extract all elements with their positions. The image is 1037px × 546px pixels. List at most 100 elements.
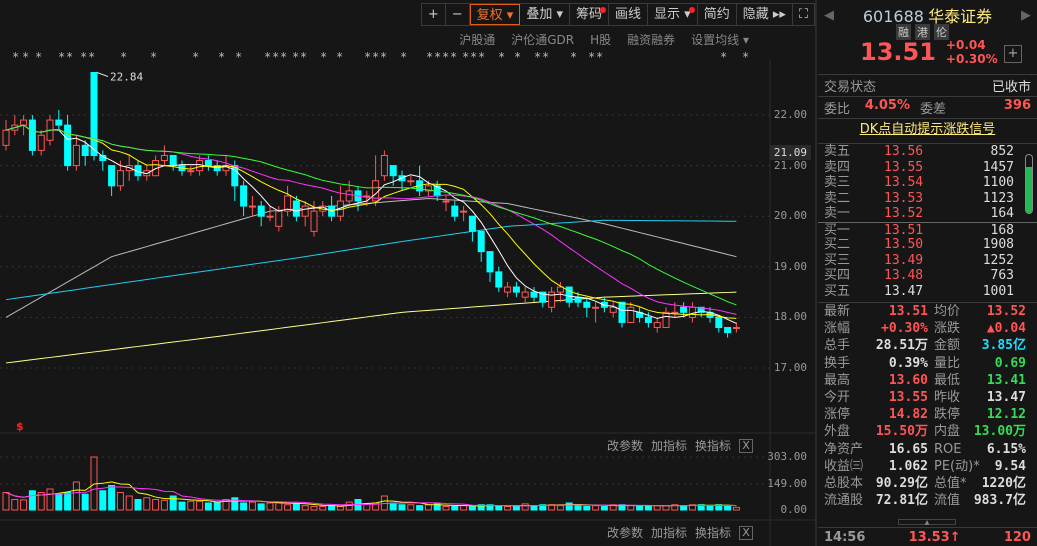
order-book-row[interactable]: 卖三 13.54 1100	[818, 175, 1037, 191]
level-label: 买五	[824, 283, 851, 299]
level-label: 卖二	[824, 190, 851, 206]
candle-body	[55, 119, 63, 126]
candle-body	[521, 291, 529, 298]
modify-params-button[interactable]: 改参数	[607, 524, 643, 541]
level-label: 买二	[824, 237, 851, 252]
candle-body	[662, 311, 670, 329]
candle-body	[72, 144, 80, 167]
order-book-row[interactable]: 卖五 13.56 852	[818, 144, 1037, 160]
current-price-label: 21.09	[769, 145, 811, 160]
candle-body	[28, 119, 36, 151]
candle-body	[20, 119, 28, 126]
modify-params-button[interactable]: 改参数	[607, 437, 643, 454]
order-book-row[interactable]: 买三 13.49 1252	[818, 253, 1037, 269]
kline-svg: 22.84 $	[0, 60, 815, 546]
volume-bar	[495, 505, 503, 511]
volume-bar	[196, 500, 204, 511]
stat-label: 换手	[824, 355, 851, 371]
volume-bar	[187, 500, 195, 511]
close-icon[interactable]: X	[739, 525, 753, 540]
add-indicator-button[interactable]: 加指标	[651, 524, 687, 541]
stat-label: 内盘	[934, 424, 961, 440]
stats-row: 总手 28.51万 金额 3.85亿	[818, 337, 1037, 354]
volume-bar	[266, 502, 274, 511]
candle-body	[548, 291, 556, 308]
level-price: 13.49	[884, 252, 924, 268]
volume-bar	[460, 505, 468, 511]
volume-bar	[116, 492, 124, 511]
level-volume: 168	[990, 222, 1014, 238]
chart-area[interactable]: + − 复权 ▾ 叠加 ▾ 筹码 画线 显示 ▾ 简约 隐藏 ▸▸ ⛶ 沪股通 …	[0, 0, 815, 546]
level-label: 卖三	[824, 175, 851, 190]
volume-bar	[732, 506, 740, 511]
prev-stock-icon[interactable]: ◀	[824, 8, 834, 23]
order-book-row[interactable]: 卖四 13.55 1457	[818, 160, 1037, 176]
stat-label: 跌停	[934, 407, 961, 423]
volume-bar	[644, 505, 652, 511]
stats-row: 最高 13.60 最低 13.41	[818, 372, 1037, 389]
volume-bar	[600, 506, 608, 511]
stat-value: 14.82	[888, 407, 928, 423]
order-book-row[interactable]: 买四 13.48 763	[818, 268, 1037, 284]
candle-body	[187, 170, 195, 173]
volume-tick-label: 0.00	[780, 503, 808, 516]
stats-table: 最新 13.51 均价 13.52 涨幅 +0.30% 涨跌 ▲0.04 总手 28.51万 金额 3…	[818, 302, 1037, 509]
close-icon[interactable]: X	[739, 438, 753, 453]
candle-body	[574, 296, 582, 303]
next-stock-icon[interactable]: ▶	[1021, 8, 1031, 23]
switch-indicator-button[interactable]: 换指标	[695, 437, 731, 454]
volume-bar	[231, 497, 239, 511]
dk-signal-link[interactable]: DK点自动提示涨跌信号	[860, 122, 996, 137]
candle-body	[310, 210, 318, 232]
volume-bar	[248, 501, 256, 511]
candle-body	[81, 144, 89, 156]
last-price: 13.51	[860, 38, 936, 66]
stats-row: 涨停 14.82 跌停 12.12	[818, 406, 1037, 423]
order-book-row[interactable]: 买一 13.51 168	[818, 221, 1037, 238]
add-indicator-button[interactable]: 加指标	[651, 437, 687, 454]
candle-body	[37, 134, 45, 151]
expand-handle[interactable]: ▲	[898, 519, 956, 526]
stat-value: 3.85亿	[981, 338, 1026, 354]
quote-panel: ◀ 601688 华泰证券 ▶ 融 港 伦 13.51 +0.04 +0.30% …	[818, 0, 1037, 546]
signal-s-icon: $	[16, 420, 24, 433]
candle-body	[688, 306, 696, 318]
volume-bar	[213, 501, 221, 511]
stat-label: 最低	[934, 372, 961, 388]
switch-indicator-button[interactable]: 换指标	[695, 524, 731, 541]
level-label: 买四	[824, 268, 851, 283]
order-book-row[interactable]: 买五 13.47 1001	[818, 284, 1037, 300]
tick-time: 14:56	[824, 529, 866, 545]
ma-line-5	[5, 124, 737, 324]
order-book-row[interactable]: 卖二 13.53 1123	[818, 191, 1037, 207]
add-watchlist-button[interactable]: +	[1004, 45, 1022, 63]
indicator-bar-2: 改参数 加指标 换指标 X	[607, 524, 753, 541]
stat-label: 总手	[824, 338, 851, 354]
max-pointer	[96, 72, 109, 77]
wc-value: 396	[1003, 98, 1031, 113]
order-book-row[interactable]: 买二 13.50 1908	[818, 237, 1037, 253]
ma-line-10	[5, 124, 737, 319]
volume-bar	[565, 502, 573, 511]
stat-label: 总股本	[824, 475, 864, 491]
order-book-row[interactable]: 卖一 13.52 164	[818, 206, 1037, 222]
stat-label: 外盘	[824, 424, 851, 440]
tick-row: 14:56 13.53↑ 120	[818, 527, 1037, 546]
candle-body	[266, 215, 274, 218]
volume-bar	[556, 505, 564, 511]
volume-bar	[292, 502, 300, 511]
volume-bar	[398, 504, 406, 511]
volume-bar	[706, 505, 714, 511]
candle-body	[618, 301, 626, 323]
candle-body	[512, 286, 520, 293]
volume-ma-5	[5, 481, 737, 507]
level-label: 卖四	[824, 159, 851, 175]
stat-value: 13.51	[888, 304, 928, 319]
level-price: 13.53	[884, 190, 924, 206]
volume-bar	[653, 505, 661, 511]
stat-value: ▲0.04	[986, 321, 1026, 337]
candle-body	[644, 316, 652, 323]
stat-value: 1220亿	[981, 475, 1026, 491]
candle-body	[671, 311, 679, 314]
stats-row: 流通股 72.81亿 流值 983.7亿	[818, 492, 1037, 509]
